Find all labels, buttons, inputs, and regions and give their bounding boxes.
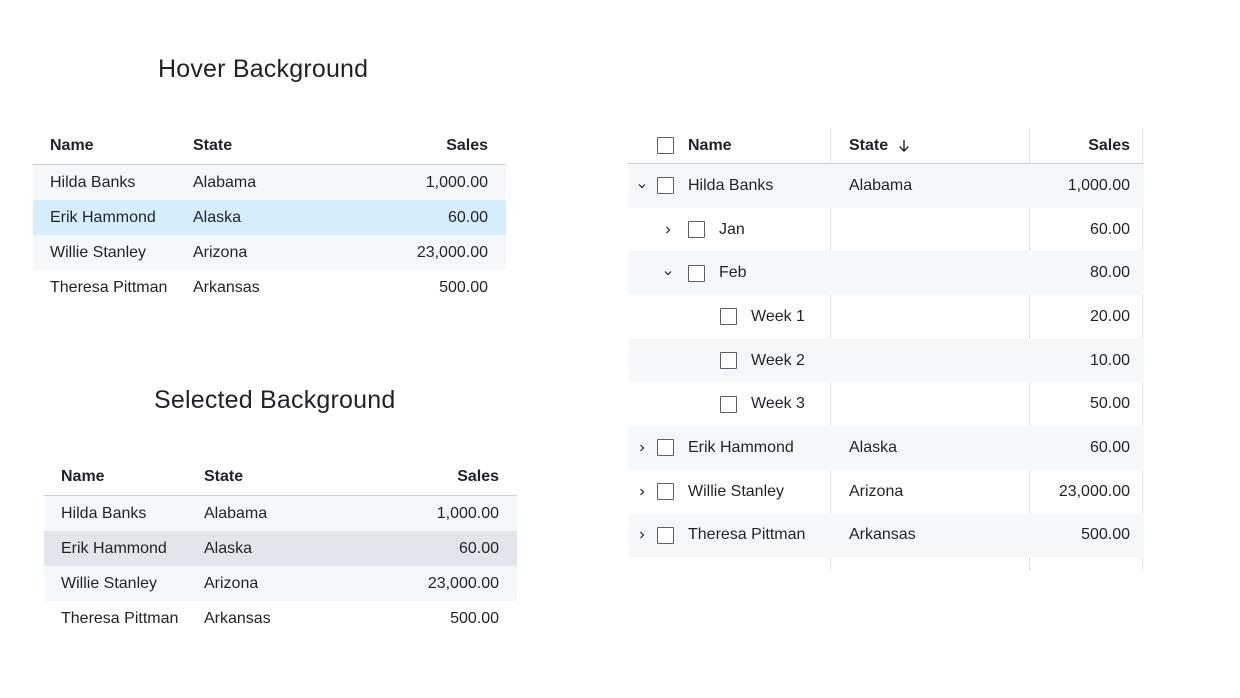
cell-sales: 1,000.00 — [1067, 176, 1130, 194]
cell-name: Feb — [719, 264, 747, 282]
tree-row[interactable]: Week 3 50.00 — [628, 382, 1144, 426]
cell-name: Willie Stanley — [688, 482, 785, 500]
table-row-selected[interactable]: Erik Hammond Alaska 60.00 — [44, 531, 517, 566]
chevron-down-icon[interactable] — [636, 180, 648, 192]
cell-sales: 23,000.00 — [427, 574, 499, 592]
cell-state: Alabama — [204, 504, 268, 522]
tree-table-header: Name State Sales — [628, 128, 1144, 164]
table-row[interactable]: Theresa Pittman Arkansas 500.00 — [44, 601, 517, 636]
header-name[interactable]: Name — [688, 137, 732, 155]
tree-row[interactable]: Week 2 10.00 — [628, 338, 1144, 383]
cell-sales: 23,000.00 — [416, 243, 488, 261]
cell-sales: 10.00 — [1089, 351, 1130, 369]
cell-sales: 60.00 — [458, 539, 499, 557]
table-row[interactable]: Theresa Pittman Arkansas 500.00 — [33, 270, 506, 305]
select-all-checkbox[interactable] — [657, 137, 674, 154]
cell-state: Alabama — [193, 173, 257, 191]
tree-row[interactable]: Week 1 20.00 — [628, 295, 1144, 339]
table-header: Name State Sales — [44, 458, 517, 496]
cell-state: Alaska — [204, 539, 253, 557]
chevron-right-icon[interactable] — [662, 224, 674, 236]
cell-sales: 20.00 — [1089, 307, 1130, 325]
header-sales[interactable]: Sales — [364, 468, 517, 486]
cell-name: Hilda Banks — [61, 504, 147, 522]
table-row[interactable]: Willie Stanley Arizona 23,000.00 — [44, 566, 517, 601]
cell-name: Theresa Pittman — [688, 526, 806, 544]
cell-name: Week 2 — [751, 351, 805, 369]
hover-background-title: Hover Background — [158, 55, 369, 83]
cell-name: Hilda Banks — [688, 176, 774, 194]
cell-state: Arkansas — [204, 609, 271, 627]
selected-table: Name State Sales Hilda Banks Alabama 1,0… — [44, 458, 517, 636]
cell-sales: 1,000.00 — [436, 504, 499, 522]
row-checkbox[interactable] — [720, 308, 737, 326]
cell-sales: 1,000.00 — [425, 173, 488, 191]
chevron-right-icon[interactable] — [636, 442, 648, 454]
table-row[interactable]: Hilda Banks Alabama 1,000.00 — [44, 496, 517, 531]
cell-name: Erik Hammond — [50, 208, 156, 226]
cell-name: Erik Hammond — [688, 438, 794, 456]
header-name[interactable]: Name — [33, 137, 193, 155]
chevron-right-icon[interactable] — [636, 529, 648, 541]
cell-name: Willie Stanley — [50, 243, 147, 261]
cell-sales: 80.00 — [1089, 264, 1130, 282]
tree-row[interactable]: Feb 80.00 — [628, 251, 1144, 296]
chevron-right-icon[interactable] — [636, 486, 648, 498]
header-sales[interactable]: Sales — [353, 137, 506, 155]
cell-state: Arizona — [849, 482, 904, 500]
cell-sales: 60.00 — [1089, 220, 1130, 238]
cell-name: Jan — [719, 220, 745, 238]
cell-sales: 50.00 — [1089, 395, 1130, 413]
cell-name: Hilda Banks — [50, 173, 136, 191]
chevron-down-icon[interactable] — [662, 267, 674, 279]
cell-state: Arizona — [193, 243, 248, 261]
row-checkbox[interactable] — [720, 352, 737, 370]
cell-sales: 500.00 — [1081, 526, 1130, 544]
cell-sales: 500.00 — [450, 609, 499, 627]
table-row[interactable]: Hilda Banks Alabama 1,000.00 — [33, 165, 506, 200]
table-header: Name State Sales — [33, 127, 506, 165]
cell-name: Theresa Pittman — [61, 609, 179, 627]
selected-background-title: Selected Background — [154, 386, 396, 414]
row-checkbox[interactable] — [657, 483, 674, 501]
cell-name: Week 1 — [751, 307, 805, 325]
header-state[interactable]: State — [193, 137, 353, 155]
cell-name: Theresa Pittman — [50, 278, 168, 296]
table-row[interactable]: Willie Stanley Arizona 23,000.00 — [33, 235, 506, 270]
header-name[interactable]: Name — [44, 468, 204, 486]
cell-state: Arkansas — [849, 526, 916, 544]
tree-row[interactable]: Jan 60.00 — [628, 208, 1144, 252]
row-checkbox[interactable] — [657, 439, 674, 457]
cell-sales: 60.00 — [1089, 438, 1130, 456]
cell-sales: 60.00 — [447, 208, 488, 226]
tree-table: Name State Sales Hilda Banks Alabama 1,0… — [628, 128, 1144, 571]
cell-state: Arizona — [204, 574, 259, 592]
cell-state: Alaska — [193, 208, 242, 226]
header-state[interactable]: State — [204, 468, 364, 486]
header-sales[interactable]: Sales — [1088, 128, 1130, 163]
header-state[interactable]: State — [849, 137, 888, 155]
cell-sales: 23,000.00 — [1058, 482, 1130, 500]
row-checkbox[interactable] — [720, 395, 737, 413]
arrow-down-icon[interactable] — [898, 139, 910, 153]
cell-state: Arkansas — [193, 278, 260, 296]
tree-row[interactable]: Willie Stanley Arizona 23,000.00 — [628, 470, 1144, 514]
cell-name: Week 3 — [751, 395, 805, 413]
cell-name: Willie Stanley — [61, 574, 158, 592]
row-checkbox[interactable] — [657, 177, 674, 195]
cell-name: Erik Hammond — [61, 539, 167, 557]
row-checkbox[interactable] — [688, 221, 705, 239]
row-checkbox[interactable] — [657, 526, 674, 544]
cell-sales: 500.00 — [439, 278, 488, 296]
tree-row[interactable]: Theresa Pittman Arkansas 500.00 — [628, 513, 1144, 558]
tree-row[interactable]: Erik Hammond Alaska 60.00 — [628, 426, 1144, 470]
hover-table: Name State Sales Hilda Banks Alabama 1,0… — [33, 127, 506, 305]
cell-state: Alabama — [849, 176, 913, 194]
row-checkbox[interactable] — [688, 264, 705, 282]
table-row-hovered[interactable]: Erik Hammond Alaska 60.00 — [33, 200, 506, 235]
cell-state: Alaska — [849, 438, 898, 456]
tree-row[interactable]: Hilda Banks Alabama 1,000.00 — [628, 164, 1144, 208]
